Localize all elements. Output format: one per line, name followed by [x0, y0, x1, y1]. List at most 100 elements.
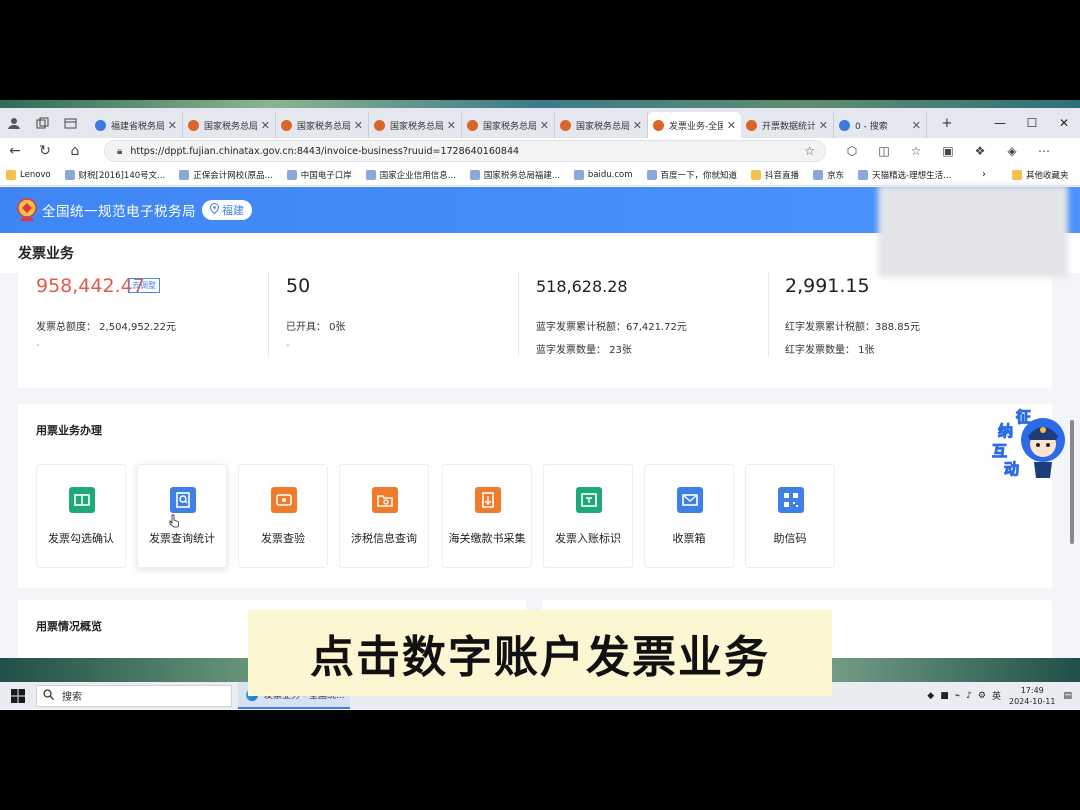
ledger-icon — [576, 487, 602, 513]
profile-icon[interactable] — [0, 108, 28, 138]
workspaces-icon[interactable] — [28, 108, 56, 138]
bookmark-item[interactable]: 正保会计网校(原品... — [179, 169, 273, 181]
clock-time: 17:49 — [1020, 685, 1044, 695]
volume-icon[interactable]: ♪ — [966, 691, 972, 701]
assistant-widget[interactable]: 征 纳 互 动 — [990, 406, 1070, 482]
tray-app-icon[interactable]: ■ — [940, 691, 949, 701]
download-doc-icon — [475, 487, 501, 513]
service-tile[interactable]: 收票箱 — [644, 464, 734, 568]
tab-close-icon[interactable]: ✕ — [912, 119, 921, 132]
bookmark-item[interactable]: 百度一下，你就知道 — [646, 169, 737, 181]
performance-icon[interactable]: ❖ — [964, 144, 996, 158]
tab-close-icon[interactable]: ✕ — [447, 119, 456, 132]
tab-close-icon[interactable]: ✕ — [168, 119, 177, 132]
browser-tab[interactable]: 国家税务总局 ✕ — [369, 112, 462, 138]
service-tile[interactable]: 发票查验 — [238, 464, 328, 568]
desktop-wallpaper-strip — [0, 100, 1080, 108]
settings-more-icon[interactable]: ⋯ — [1028, 144, 1060, 158]
tab-close-icon[interactable]: ✕ — [727, 119, 736, 132]
browser-tab[interactable]: 国家税务总局 ✕ — [276, 112, 369, 138]
ticket-icon — [69, 487, 95, 513]
split-screen-icon[interactable]: ◫ — [868, 144, 900, 158]
copilot-icon[interactable]: ◈ — [996, 144, 1028, 158]
browser-tab[interactable]: 发票业务-全国 ✕ — [648, 112, 741, 138]
bookmark-item[interactable]: 中国电子口岸 — [286, 169, 352, 181]
tab-favicon-icon — [281, 119, 292, 131]
tray-app-icon[interactable]: ◆ — [927, 691, 934, 701]
bookmark-item[interactable]: baidu.com — [573, 169, 633, 181]
collections-icon[interactable]: ▣ — [932, 144, 964, 158]
page-icon — [858, 169, 869, 180]
tab-close-icon[interactable]: ✕ — [354, 119, 363, 132]
service-tile[interactable]: 涉税信息查询 — [339, 464, 429, 568]
system-clock[interactable]: 17:49 2024-10-11 — [1009, 685, 1056, 707]
tab-close-icon[interactable]: ✕ — [819, 119, 828, 132]
bookmark-label: baidu.com — [587, 169, 633, 180]
extension-icon[interactable]: ⬡ — [836, 144, 868, 158]
service-tile[interactable]: 发票勾选确认 — [36, 464, 126, 568]
taskbar-search-input[interactable]: 搜索 — [36, 684, 232, 707]
site-title[interactable]: 全国统一规范电子税务局 — [42, 200, 196, 220]
other-bookmarks-folder[interactable]: 其他收藏夹 — [1012, 169, 1069, 181]
mail-icon — [677, 487, 703, 513]
service-tile[interactable]: 海关缴款书采集 — [442, 464, 532, 568]
network-icon[interactable]: ⌁ — [955, 691, 960, 701]
browser-tab[interactable]: 国家税务总局 ✕ — [183, 112, 276, 138]
bookmark-item[interactable]: Lenovo — [6, 169, 51, 181]
browser-tab[interactable]: 国家税务总局 ✕ — [462, 112, 555, 138]
ime-language-indicator[interactable]: 英 — [992, 689, 1001, 702]
bookmark-item[interactable]: 抖音直播 — [751, 169, 799, 181]
bookmarks-overflow-icon[interactable]: › — [982, 169, 986, 180]
bookmark-item[interactable]: 国家税务总局福建... — [469, 169, 560, 181]
favorite-star-icon[interactable]: ☆ — [804, 144, 815, 158]
new-tab-label: + — [941, 115, 953, 131]
service-tile[interactable]: 助信码 — [745, 464, 835, 568]
bookmark-item[interactable]: 天猫精选-理想生活... — [858, 169, 951, 181]
browser-tab[interactable]: 国家税务总局 ✕ — [555, 112, 648, 138]
caption-text: 点击数字账户发票业务 — [310, 632, 770, 683]
favorites-icon[interactable]: ☆ — [900, 144, 932, 158]
region-selector[interactable]: 福建 — [202, 200, 252, 220]
bookmark-label: 天猫精选-理想生活... — [872, 170, 952, 181]
tab-favicon-icon — [839, 119, 850, 131]
bookmark-item[interactable]: 财税[2016]140号文... — [64, 169, 165, 181]
notification-icon[interactable]: ▤ — [1063, 691, 1072, 701]
folder-icon — [6, 169, 16, 180]
bookmark-label: 国家税务总局福建... — [483, 170, 560, 181]
page-icon — [646, 169, 657, 180]
back-button[interactable]: ← — [0, 143, 30, 159]
tab-favicon-icon — [188, 119, 199, 131]
browser-tab[interactable]: 福建省税务局 ✕ — [90, 112, 183, 138]
input-method-icon[interactable]: ⚙ — [978, 691, 986, 701]
address-bar[interactable]: 🔒︎ https://dppt.fujian.chinatax.gov.cn:8… — [104, 140, 826, 162]
tab-close-icon[interactable]: ✕ — [540, 119, 549, 132]
browser-tab[interactable]: 0 - 搜索 ✕ — [834, 112, 927, 138]
browser-tab[interactable]: 开票数据统计 ✕ — [741, 112, 834, 138]
bookmark-item[interactable]: 国家企业信用信息... — [365, 169, 456, 181]
minimize-button[interactable]: — — [982, 108, 1018, 138]
bookmark-item[interactable]: 京东 — [813, 169, 844, 181]
close-window-button[interactable]: ✕ — [1046, 108, 1080, 138]
folder-search-icon — [372, 487, 398, 513]
tab-favicon-icon — [746, 119, 757, 131]
lock-icon[interactable]: 🔒︎ — [117, 146, 122, 157]
page-icon — [365, 169, 376, 180]
bookmark-list: Lenovo 财税[2016]140号文... 正保会计网校(原品... 中国电子口岸… — [6, 169, 965, 181]
bookmark-label: 国家企业信用信息... — [379, 170, 456, 181]
tab-actions-icon[interactable] — [56, 108, 84, 138]
service-tile[interactable]: 发票入账标识 — [543, 464, 633, 568]
service-tile[interactable]: 发票查询统计 — [137, 464, 227, 568]
windows-start-icon[interactable] — [0, 688, 36, 703]
service-label: 发票勾选确认 — [48, 532, 114, 545]
maximize-button[interactable]: ☐ — [1014, 108, 1050, 138]
reload-button[interactable]: ↻ — [30, 143, 60, 159]
page-scrollbar[interactable] — [1070, 420, 1074, 544]
page-icon — [286, 169, 297, 180]
adjust-quota-button[interactable]: 去调整 — [128, 278, 160, 293]
tab-close-icon[interactable]: ✕ — [633, 119, 642, 132]
tab-close-icon[interactable]: ✕ — [261, 119, 270, 132]
search-placeholder: 搜索 — [62, 692, 82, 703]
home-button[interactable]: ⌂ — [60, 143, 90, 159]
new-tab-button[interactable]: + — [933, 108, 961, 138]
divider — [768, 272, 769, 356]
